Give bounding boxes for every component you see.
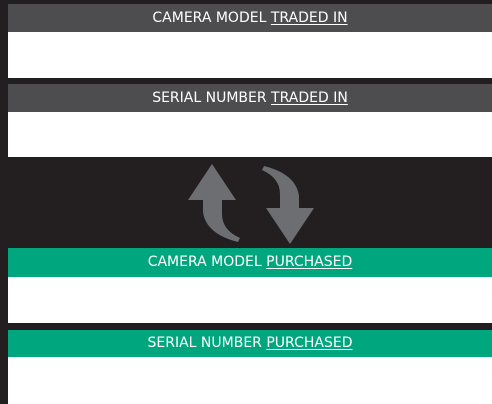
label-emphasis: TRADED IN	[271, 90, 348, 106]
serial-number-traded-in-label: SERIAL NUMBER TRADED IN	[8, 84, 492, 112]
camera-model-purchased-section: CAMERA MODEL PURCHASED	[8, 248, 492, 323]
serial-number-traded-in-section: SERIAL NUMBER TRADED IN	[8, 84, 492, 157]
label-prefix: SERIAL NUMBER	[152, 90, 267, 106]
serial-number-purchased-section: SERIAL NUMBER PURCHASED	[8, 330, 492, 404]
arrow-up-icon	[188, 164, 240, 242]
camera-model-traded-in-input[interactable]	[8, 32, 492, 78]
label-emphasis: PURCHASED	[266, 254, 353, 270]
camera-model-traded-in-label: CAMERA MODEL TRADED IN	[8, 4, 492, 32]
arrow-down-icon	[262, 166, 314, 244]
label-prefix: SERIAL NUMBER	[147, 335, 262, 351]
camera-model-traded-in-section: CAMERA MODEL TRADED IN	[8, 4, 492, 78]
label-emphasis: PURCHASED	[266, 335, 353, 351]
label-emphasis: TRADED IN	[270, 10, 348, 26]
swap-arrows-icon	[188, 164, 314, 244]
label-prefix: CAMERA MODEL	[152, 10, 267, 26]
camera-model-purchased-label: CAMERA MODEL PURCHASED	[8, 248, 492, 277]
label-prefix: CAMERA MODEL	[147, 254, 262, 270]
serial-number-traded-in-input[interactable]	[8, 112, 492, 157]
camera-model-purchased-input[interactable]	[8, 277, 492, 323]
serial-number-purchased-input[interactable]	[8, 357, 492, 404]
serial-number-purchased-label: SERIAL NUMBER PURCHASED	[8, 330, 492, 357]
